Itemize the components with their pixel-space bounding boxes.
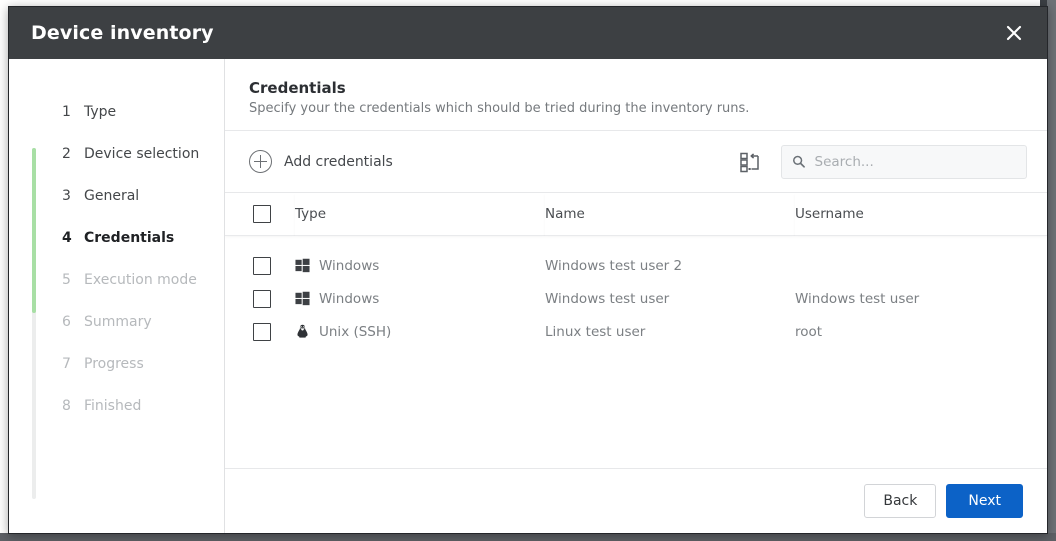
wizard-content-pane: Credentials Specify your the credentials… [225, 59, 1047, 533]
step-label: Progress [84, 356, 144, 372]
row-type-cell: Unix (SSH) [295, 315, 545, 348]
step-label: General [84, 188, 139, 204]
wizard-progress-fill [32, 148, 36, 313]
page-title: Credentials [249, 79, 1023, 97]
select-all-header [225, 193, 295, 235]
row-username-cell: Windows test user [795, 282, 1047, 315]
step-label: Device selection [84, 146, 199, 162]
table-header: Type Name Username [225, 193, 1047, 235]
row-checkbox[interactable] [253, 257, 271, 275]
row-type-label: Windows [319, 258, 379, 274]
dialog-body: 1 Type 2 Device selection 3 General 4 Cr… [9, 59, 1047, 533]
wizard-step-sidebar: 1 Type 2 Device selection 3 General 4 Cr… [9, 59, 225, 533]
sidebar-step-finished: 8 Finished [9, 385, 224, 427]
step-label: Credentials [84, 230, 174, 246]
step-number: 4 [62, 230, 84, 246]
credentials-table-container: Type Name Username [225, 193, 1047, 469]
row-select-cell [225, 315, 295, 348]
sidebar-step-execution-mode: 5 Execution mode [9, 259, 224, 301]
search-input[interactable] [815, 154, 1017, 170]
column-header-name[interactable]: Name [545, 193, 795, 235]
column-header-username[interactable]: Username [795, 193, 1047, 235]
row-name-cell: Windows test user [545, 282, 795, 315]
row-type-label: Unix (SSH) [319, 324, 391, 340]
credentials-toolbar: Add credentials [225, 131, 1047, 193]
sidebar-step-progress: 7 Progress [9, 343, 224, 385]
select-all-checkbox[interactable] [253, 205, 271, 223]
row-type-cell: Windows [295, 282, 545, 315]
circle-plus-icon [249, 150, 272, 173]
step-label: Summary [84, 314, 152, 330]
step-number: 7 [62, 356, 84, 372]
step-number: 2 [62, 146, 84, 162]
search-icon [792, 154, 806, 169]
content-header: Credentials Specify your the credentials… [225, 59, 1047, 131]
background-bottom-bar [0, 533, 1056, 541]
step-number: 6 [62, 314, 84, 330]
sidebar-step-device-selection[interactable]: 2 Device selection [9, 133, 224, 175]
add-credentials-button[interactable]: Add credentials [249, 150, 393, 173]
linux-tux-icon [295, 324, 310, 339]
wizard-progress-track [32, 148, 36, 499]
dialog-title: Device inventory [31, 22, 214, 44]
table-top-spacer [225, 235, 1047, 249]
row-name-cell: Linux test user [545, 315, 795, 348]
row-type-cell: Windows [295, 249, 545, 282]
sidebar-step-credentials[interactable]: 4 Credentials [9, 217, 224, 259]
step-number: 1 [62, 104, 84, 120]
table-header-row: Type Name Username [225, 193, 1047, 235]
dialog-titlebar: Device inventory [9, 7, 1047, 59]
credentials-table: Type Name Username [225, 193, 1047, 348]
table-row[interactable]: Windows Windows test user 2 [225, 249, 1047, 282]
table-row[interactable]: Unix (SSH) Linux test user root [225, 315, 1047, 348]
windows-icon [295, 258, 310, 273]
step-label: Finished [84, 398, 141, 414]
row-type-label: Windows [319, 291, 379, 307]
background-right-rail-inner [1047, 0, 1056, 541]
step-number: 3 [62, 188, 84, 204]
table-row[interactable] [225, 235, 1047, 249]
sidebar-step-general[interactable]: 3 General [9, 175, 224, 217]
sidebar-step-summary: 6 Summary [9, 301, 224, 343]
row-select-cell [225, 249, 295, 282]
column-header-type[interactable]: Type [295, 193, 545, 235]
table-body: Windows Windows test user 2 [225, 235, 1047, 348]
step-label: Type [84, 104, 116, 120]
row-username-cell [795, 249, 1047, 282]
row-checkbox[interactable] [253, 323, 271, 341]
row-checkbox[interactable] [253, 290, 271, 308]
hierarchy-group-icon[interactable] [733, 145, 767, 179]
row-name-cell: Windows test user 2 [545, 249, 795, 282]
close-icon[interactable] [997, 16, 1031, 50]
table-row[interactable]: Windows Windows test user Windows test u… [225, 282, 1047, 315]
next-button[interactable]: Next [946, 484, 1023, 518]
search-box[interactable] [781, 145, 1027, 179]
step-label: Execution mode [84, 272, 197, 288]
step-number: 5 [62, 272, 84, 288]
back-button[interactable]: Back [864, 484, 936, 518]
windows-icon [295, 291, 310, 306]
device-inventory-dialog: Device inventory 1 Type 2 Device selecti… [8, 6, 1048, 534]
row-select-cell [225, 282, 295, 315]
step-number: 8 [62, 398, 84, 414]
page-subtitle: Specify your the credentials which shoul… [249, 101, 1023, 116]
row-username-cell: root [795, 315, 1047, 348]
add-credentials-label: Add credentials [284, 154, 393, 170]
dialog-footer: Back Next [225, 469, 1047, 533]
sidebar-step-type[interactable]: 1 Type [9, 91, 224, 133]
